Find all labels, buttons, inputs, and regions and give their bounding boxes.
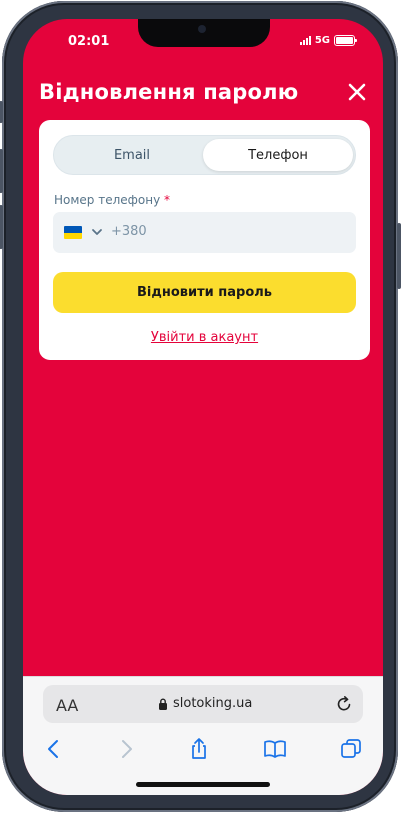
phone-frame: 02:01 5G Відновлення паролю Email Телефо… — [0, 1, 401, 812]
battery-icon — [334, 35, 357, 46]
network-type: 5G — [314, 35, 330, 46]
status-time: 02:01 — [68, 34, 110, 49]
reader-options-button[interactable]: AA — [56, 696, 78, 715]
phone-input[interactable] — [111, 224, 331, 239]
address-bar[interactable]: AA slotoking.ua — [43, 685, 363, 723]
phone-label-text: Номер телефону — [54, 193, 161, 207]
notch — [138, 19, 270, 47]
lock-icon — [159, 698, 167, 710]
chevron-down-icon[interactable] — [91, 226, 103, 238]
browser-bar: AA slotoking.ua — [23, 676, 383, 795]
reload-icon[interactable] — [335, 695, 353, 713]
status-icons: 5G — [299, 35, 357, 46]
phone-field-label: Номер телефону * — [54, 193, 170, 207]
method-tabs: Email Телефон — [53, 135, 356, 175]
power-button — [397, 223, 401, 289]
back-icon[interactable] — [42, 737, 66, 761]
phone-field[interactable] — [53, 212, 356, 253]
aa-label: AA — [56, 696, 79, 715]
url-text: slotoking.ua — [173, 696, 253, 711]
required-mark: * — [164, 193, 171, 207]
close-icon[interactable] — [347, 82, 367, 102]
forward-icon[interactable] — [114, 737, 138, 761]
home-indicator — [136, 782, 270, 787]
volume-up-button — [0, 149, 3, 193]
tab-email[interactable]: Email — [57, 139, 207, 171]
share-icon[interactable] — [187, 737, 211, 761]
recovery-card: Email Телефон Номер телефону * Відновити… — [39, 120, 370, 360]
tabs-icon[interactable] — [339, 737, 363, 761]
bookmarks-icon[interactable] — [263, 737, 287, 761]
volume-down-button — [0, 205, 3, 249]
ukraine-flag-icon[interactable] — [64, 226, 82, 239]
url-display[interactable]: slotoking.ua — [158, 696, 252, 711]
page-title: Відновлення паролю — [39, 80, 299, 104]
tab-phone[interactable]: Телефон — [203, 139, 353, 171]
browser-toolbar — [23, 731, 383, 771]
login-link[interactable]: Увійти в акаунт — [39, 330, 370, 345]
screen: 02:01 5G Відновлення паролю Email Телефо… — [23, 19, 383, 795]
restore-password-button[interactable]: Відновити пароль — [53, 272, 356, 313]
mute-switch — [0, 101, 3, 123]
signal-icon — [299, 36, 311, 45]
camera-icon — [198, 25, 206, 33]
